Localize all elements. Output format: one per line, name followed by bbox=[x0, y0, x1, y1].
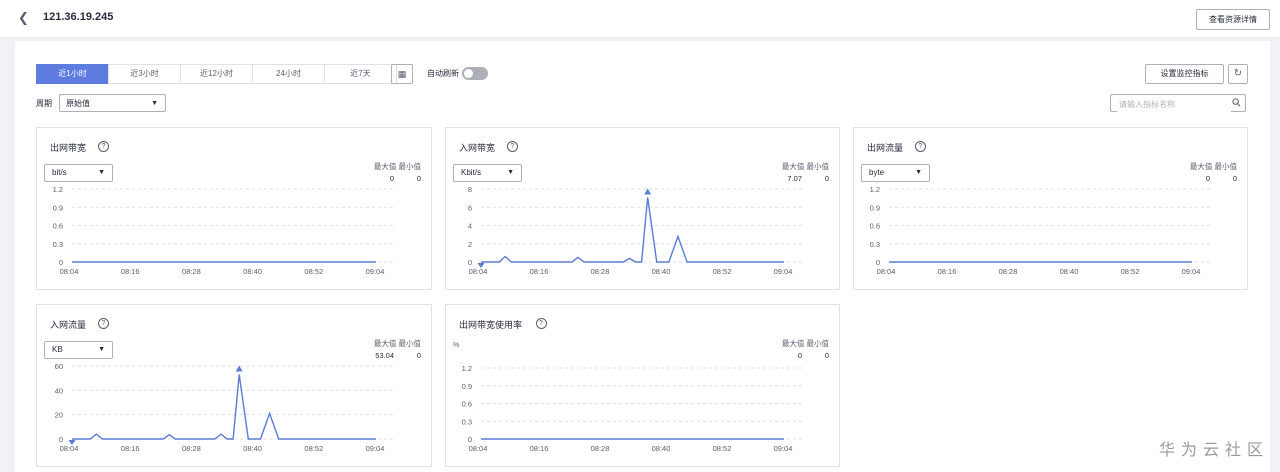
y-tick-label: 0 bbox=[468, 258, 472, 267]
line-chart: 60 40 20 008:04 08:16 08:28 08:40 08:52 09:04 bbox=[55, 362, 396, 453]
tab-24-hours[interactable]: 24小时 bbox=[252, 64, 325, 84]
chart-card-outbound-traffic: 出网流量? byte ▼ 最大值 最小值 0 0 1.2 0.9 0.6 0.3 0 08:04 08:… bbox=[853, 127, 1248, 290]
chevron-left-icon[interactable]: ❮ bbox=[18, 11, 32, 25]
period-label: 周期 bbox=[36, 99, 52, 108]
line-chart: 1.2 0.9 0.6 0.3 008:04 08:16 08:28 08:40 08:52 09… bbox=[462, 364, 804, 453]
x-tick-label: 08:16 bbox=[530, 444, 549, 453]
x-tick-label: 08:28 bbox=[591, 444, 610, 453]
y-tick-label: 0 bbox=[59, 435, 63, 444]
top-bar: ❮ 121.36.19.245 查看资源详情 bbox=[0, 0, 1280, 38]
y-tick-label: 0.6 bbox=[462, 400, 472, 409]
search-icon bbox=[1232, 98, 1241, 107]
x-tick-label: 08:40 bbox=[652, 444, 671, 453]
y-tick-label: 1.2 bbox=[462, 364, 472, 373]
y-tick-label: 6 bbox=[468, 203, 472, 212]
time-range-tabs: 近1小时 近3小时 近12小时 24小时 近7天 bbox=[36, 64, 397, 84]
x-tick-label: 09:04 bbox=[366, 267, 385, 276]
y-tick-label: 60 bbox=[55, 362, 63, 371]
series-line bbox=[72, 374, 376, 440]
y-tick-label: 20 bbox=[55, 411, 63, 420]
line-chart: 8 6 4 2 008:04 08:16 08:28 08:40 08:52 09:04 bbox=[468, 185, 804, 276]
y-tick-label: 8 bbox=[468, 185, 472, 194]
tab-1-hour[interactable]: 近1小时 bbox=[36, 64, 109, 84]
y-tick-label: 1.2 bbox=[870, 185, 880, 194]
x-tick-label: 08:52 bbox=[713, 267, 732, 276]
x-tick-label: 08:16 bbox=[121, 444, 140, 453]
x-tick-label: 08:16 bbox=[938, 267, 957, 276]
x-tick-label: 08:04 bbox=[469, 444, 488, 453]
tab-3-hours[interactable]: 近3小时 bbox=[108, 64, 181, 84]
line-chart: 1.2 0.9 0.6 0.3 008:04 08:16 08:28 08:40 08:52 09… bbox=[870, 185, 1212, 276]
set-monitoring-metrics-button[interactable]: 设置监控指标 bbox=[1145, 64, 1224, 84]
period-value: 原始值 bbox=[66, 99, 90, 108]
chevron-down-icon: ▼ bbox=[151, 100, 158, 107]
y-tick-label: 40 bbox=[55, 386, 63, 395]
x-tick-label: 08:04 bbox=[469, 267, 488, 276]
x-tick-label: 08:16 bbox=[121, 267, 140, 276]
x-tick-label: 08:52 bbox=[304, 444, 323, 453]
y-tick-label: 0 bbox=[876, 258, 880, 267]
x-tick-label: 08:52 bbox=[304, 267, 323, 276]
x-tick-label: 08:40 bbox=[243, 267, 262, 276]
x-tick-label: 08:52 bbox=[713, 444, 732, 453]
x-tick-label: 08:28 bbox=[182, 267, 201, 276]
x-tick-label: 08:52 bbox=[1121, 267, 1140, 276]
x-tick-label: 08:28 bbox=[182, 444, 201, 453]
refresh-icon[interactable]: ↻ bbox=[1228, 64, 1248, 84]
x-tick-label: 08:04 bbox=[877, 267, 896, 276]
view-resource-details-button[interactable]: 查看资源详情 bbox=[1196, 9, 1270, 30]
tab-7-days[interactable]: 近7天 bbox=[324, 64, 397, 84]
y-tick-label: 0 bbox=[468, 435, 472, 444]
x-tick-label: 08:28 bbox=[591, 267, 610, 276]
y-tick-label: 0.3 bbox=[53, 240, 63, 249]
x-tick-label: 09:04 bbox=[1182, 267, 1201, 276]
page-title: 121.36.19.245 bbox=[43, 11, 114, 23]
calendar-icon[interactable]: ▦ bbox=[391, 64, 413, 84]
x-tick-label: 09:04 bbox=[774, 267, 793, 276]
chart-card-inbound-bandwidth: 入网带宽? Kbit/s ▼ 最大值 最小值 7.07 0 8 6 4 2 0 08:04 08:16 0… bbox=[445, 127, 840, 290]
watermark: 华为云社区 bbox=[1159, 440, 1270, 459]
metric-search[interactable] bbox=[1110, 94, 1246, 112]
x-tick-label: 08:40 bbox=[243, 444, 262, 453]
y-tick-label: 0.9 bbox=[462, 382, 472, 391]
y-tick-label: 4 bbox=[468, 222, 472, 231]
period-select[interactable]: 原始值 ▼ bbox=[59, 94, 166, 112]
auto-refresh-toggle[interactable] bbox=[462, 67, 488, 80]
x-tick-label: 08:04 bbox=[60, 444, 79, 453]
y-tick-label: 0.3 bbox=[462, 417, 472, 426]
y-tick-label: 0.9 bbox=[870, 203, 880, 212]
x-tick-label: 09:04 bbox=[366, 444, 385, 453]
y-tick-label: 0.6 bbox=[53, 222, 63, 231]
search-input[interactable] bbox=[1117, 96, 1231, 112]
x-tick-label: 08:28 bbox=[999, 267, 1018, 276]
x-tick-label: 08:04 bbox=[60, 267, 79, 276]
y-tick-label: 1.2 bbox=[53, 185, 63, 194]
monitoring-panel: 近1小时 近3小时 近12小时 24小时 近7天 ▦ 自动刷新 设置监控指标 ↻… bbox=[15, 41, 1270, 472]
line-chart: 1.2 0.9 0.6 0.3 008:04 08:16 08:28 08:40 08:52 09… bbox=[53, 185, 396, 276]
chart-card-outbound-bandwidth: 出网带宽? bit/s ▼ 最大值 最小值 0 0 1.2 0.9 0.6 0.3 0 08:04 08… bbox=[36, 127, 432, 290]
y-tick-label: 0.9 bbox=[53, 203, 63, 212]
x-tick-label: 09:04 bbox=[774, 444, 793, 453]
x-tick-label: 08:16 bbox=[530, 267, 549, 276]
y-tick-label: 0.3 bbox=[870, 240, 880, 249]
chart-card-outbound-bandwidth-usage: 出网带宽使用率?% 最大值 最小值 0 0 1.2 0.9 0.6 0.3 0 08:04 08:1… bbox=[445, 304, 840, 467]
toggle-knob bbox=[464, 69, 473, 78]
x-tick-label: 08:40 bbox=[652, 267, 671, 276]
y-tick-label: 0 bbox=[59, 258, 63, 267]
x-tick-label: 08:40 bbox=[1060, 267, 1079, 276]
tab-12-hours[interactable]: 近12小时 bbox=[180, 64, 253, 84]
chart-card-inbound-traffic: 入网流量? KB ▼ 最大值 最小值 53.04 0 60 40 20 0 08:04 08:16 08… bbox=[36, 304, 432, 467]
y-tick-label: 2 bbox=[468, 240, 472, 249]
y-tick-label: 0.6 bbox=[870, 222, 880, 231]
auto-refresh-label: 自动刷新 bbox=[427, 69, 459, 78]
